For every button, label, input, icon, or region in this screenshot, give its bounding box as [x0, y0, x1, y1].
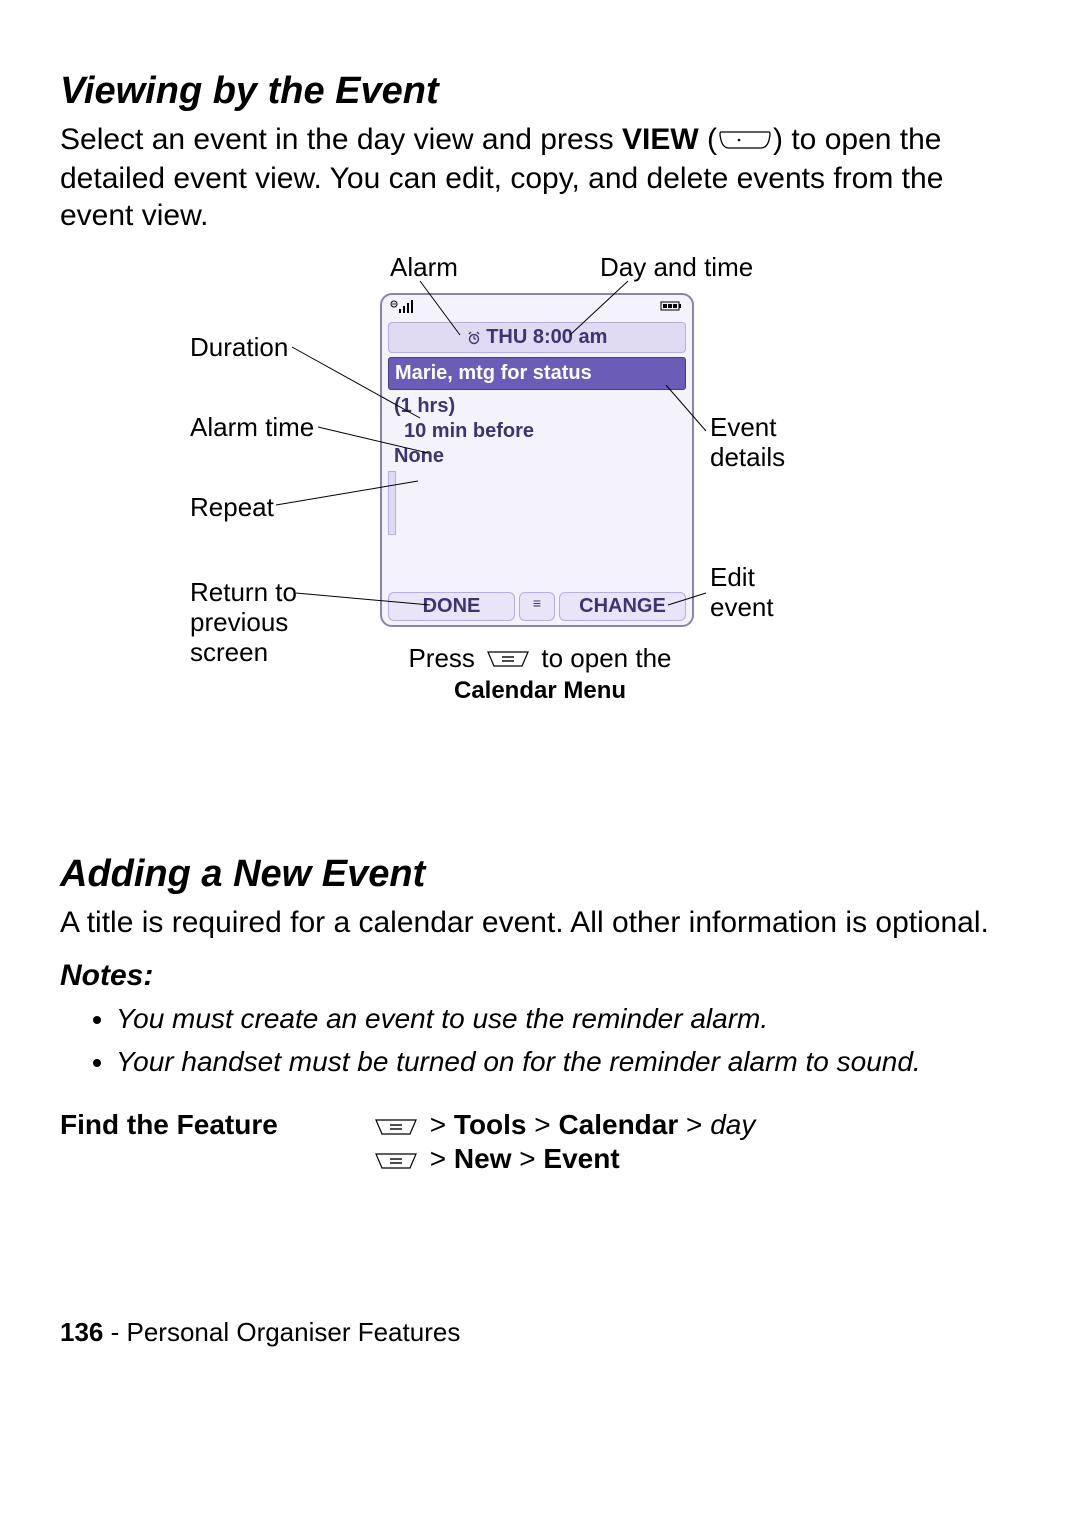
- softkey-done[interactable]: DONE: [388, 592, 515, 621]
- label-duration: Duration: [190, 333, 288, 363]
- heading-adding-event: Adding a New Event: [60, 853, 1020, 896]
- paragraph-viewing-event: Select an event in the day view and pres…: [60, 121, 1020, 235]
- battery-icon: [660, 299, 684, 316]
- softkey-menu[interactable]: ≡: [519, 592, 555, 621]
- label-alarm: Alarm: [390, 253, 458, 283]
- sep: >: [512, 1143, 544, 1174]
- note-item: Your handset must be turned on for the r…: [116, 1044, 1020, 1079]
- phone-title-row: THU 8:00 am: [388, 322, 686, 353]
- scroll-bar[interactable]: [388, 471, 396, 535]
- menu-key-icon: [370, 1111, 422, 1143]
- sep: >: [678, 1109, 710, 1140]
- phone-status-bar: [382, 295, 692, 320]
- view-keyword: VIEW: [622, 123, 699, 156]
- diagram-caption: Press to open the Calendar Menu: [60, 643, 1020, 706]
- sep: >: [527, 1109, 559, 1140]
- phone-screen: THU 8:00 am Marie, mtg for status (1 hrs…: [380, 293, 694, 627]
- label-repeat: Repeat: [190, 493, 274, 523]
- phone-content-area: [388, 471, 686, 535]
- find-feature-label: Find the Feature: [60, 1109, 340, 1141]
- menu-key-icon: [370, 1145, 422, 1177]
- note-item: You must create an event to use the remi…: [116, 1001, 1020, 1036]
- label-edit-event: Edit event: [710, 563, 774, 623]
- notes-heading: Notes:: [60, 959, 1020, 993]
- sep: >: [430, 1143, 454, 1174]
- path-new: New: [454, 1143, 512, 1174]
- signal-icon: [390, 299, 424, 316]
- softkey-oval-icon: [717, 122, 773, 160]
- page-number: 136: [60, 1317, 103, 1347]
- caption-menu-name: Calendar Menu: [60, 677, 1020, 705]
- path-day: day: [710, 1109, 755, 1140]
- phone-title-text: THU 8:00 am: [486, 326, 607, 348]
- alarm-icon: [467, 326, 487, 348]
- label-day-time: Day and time: [600, 253, 753, 283]
- phone-diagram: Alarm Day and time Duration Alarm time R…: [60, 253, 1020, 813]
- footer-sep: -: [103, 1317, 126, 1347]
- text-pre: Select an event in the day view and pres…: [60, 123, 622, 156]
- softkey-row: DONE ≡ CHANGE: [382, 592, 692, 621]
- label-event-details: Event details: [710, 413, 785, 473]
- notes-list: You must create an event to use the remi…: [60, 1001, 1020, 1079]
- sep: >: [430, 1109, 454, 1140]
- phone-alarm-time: 10 min before: [382, 419, 692, 444]
- phone-duration: (1 hrs): [382, 394, 692, 419]
- phone-repeat: None: [382, 444, 692, 469]
- footer-title: Personal Organiser Features: [127, 1317, 461, 1347]
- caption-post: to open the: [541, 643, 671, 673]
- label-alarm-time: Alarm time: [190, 413, 314, 443]
- menu-key-icon: [482, 644, 534, 675]
- find-feature-row: Find the Feature > Tools > Calendar > da…: [60, 1109, 1020, 1176]
- paragraph-adding-event: A title is required for a calendar event…: [60, 904, 1020, 942]
- caption-pre: Press: [408, 643, 482, 673]
- heading-viewing-event: Viewing by the Event: [60, 70, 1020, 113]
- path-event: Event: [543, 1143, 619, 1174]
- find-feature-path: > Tools > Calendar > day > New > Event: [370, 1109, 1020, 1176]
- path-tools: Tools: [454, 1109, 527, 1140]
- phone-event-row: Marie, mtg for status: [388, 357, 686, 390]
- softkey-change[interactable]: CHANGE: [559, 592, 686, 621]
- path-calendar: Calendar: [558, 1109, 678, 1140]
- page-footer: 136 - Personal Organiser Features: [60, 1317, 1020, 1348]
